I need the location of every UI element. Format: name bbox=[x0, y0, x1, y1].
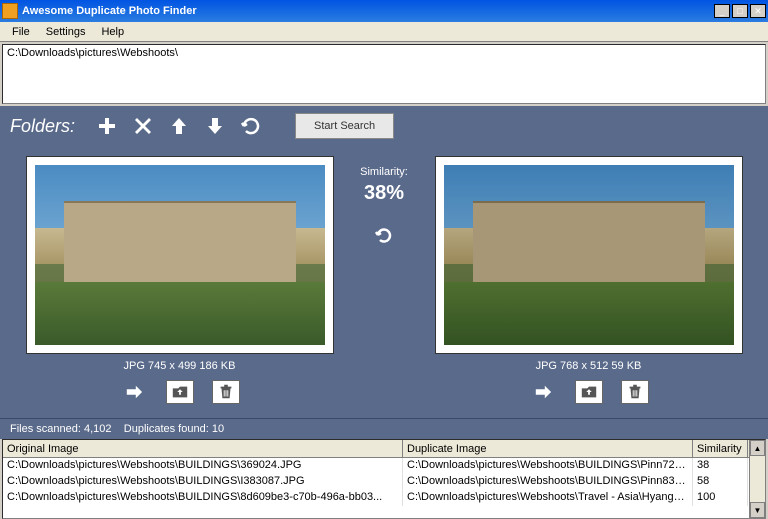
folder-path-list[interactable]: C:\Downloads\pictures\Webshoots\ bbox=[2, 44, 766, 104]
cell-duplicate: C:\Downloads\pictures\Webshoots\BUILDING… bbox=[403, 458, 693, 474]
left-photo-actions bbox=[120, 380, 240, 404]
move-up-button[interactable] bbox=[167, 114, 191, 138]
trash-icon bbox=[217, 384, 235, 400]
duplicates-found-label: Duplicates found: bbox=[124, 423, 209, 435]
scroll-track[interactable] bbox=[750, 456, 765, 502]
remove-folder-button[interactable] bbox=[131, 114, 155, 138]
duplicates-found-value: 10 bbox=[212, 423, 224, 435]
left-next-button[interactable] bbox=[120, 380, 148, 404]
table-row[interactable]: C:\Downloads\pictures\Webshoots\BUILDING… bbox=[3, 490, 749, 506]
menubar: File Settings Help bbox=[0, 22, 768, 42]
move-down-button[interactable] bbox=[203, 114, 227, 138]
similarity-label: Similarity: bbox=[360, 166, 408, 178]
scroll-down-button[interactable]: ▼ bbox=[750, 502, 765, 518]
files-scanned-value: 4,102 bbox=[84, 423, 112, 435]
left-photo-panel: JPG 745 x 499 186 KB bbox=[10, 156, 349, 408]
left-photo-info: JPG 745 x 499 186 KB bbox=[124, 360, 236, 372]
titlebar: Awesome Duplicate Photo Finder _ □ ✕ bbox=[0, 0, 768, 22]
refresh-folders-button[interactable] bbox=[239, 114, 263, 138]
cell-similarity: 38 bbox=[693, 458, 748, 474]
cell-duplicate: C:\Downloads\pictures\Webshoots\Travel -… bbox=[403, 490, 693, 506]
trash-icon bbox=[626, 384, 644, 400]
arrow-right-icon bbox=[534, 384, 552, 400]
comparison-area: JPG 745 x 499 186 KB Similarity: 38% JPG… bbox=[0, 146, 768, 418]
cell-similarity: 100 bbox=[693, 490, 748, 506]
files-scanned-label: Files scanned: bbox=[10, 423, 81, 435]
menu-settings[interactable]: Settings bbox=[38, 24, 94, 40]
arrow-up-icon bbox=[169, 116, 189, 136]
right-open-folder-button[interactable] bbox=[575, 380, 603, 404]
cell-similarity: 58 bbox=[693, 474, 748, 490]
table-row[interactable]: C:\Downloads\pictures\Webshoots\BUILDING… bbox=[3, 474, 749, 490]
similarity-panel: Similarity: 38% bbox=[349, 156, 419, 408]
refresh-icon bbox=[374, 225, 394, 245]
cell-original: C:\Downloads\pictures\Webshoots\BUILDING… bbox=[3, 458, 403, 474]
right-delete-button[interactable] bbox=[621, 380, 649, 404]
maximize-button[interactable]: □ bbox=[732, 4, 748, 18]
cell-original: C:\Downloads\pictures\Webshoots\BUILDING… bbox=[3, 490, 403, 506]
refresh-icon bbox=[241, 116, 261, 136]
menu-file[interactable]: File bbox=[4, 24, 38, 40]
similarity-value: 38% bbox=[364, 182, 404, 205]
right-photo-panel: JPG 768 x 512 59 KB bbox=[419, 156, 758, 408]
table-body: C:\Downloads\pictures\Webshoots\BUILDING… bbox=[3, 458, 749, 506]
start-search-button[interactable]: Start Search bbox=[295, 113, 394, 139]
right-photo-info: JPG 768 x 512 59 KB bbox=[536, 360, 642, 372]
app-icon bbox=[2, 3, 18, 19]
header-original[interactable]: Original Image bbox=[3, 440, 403, 457]
right-photo-frame bbox=[435, 156, 743, 354]
right-photo-image[interactable] bbox=[444, 165, 734, 345]
scroll-up-button[interactable]: ▲ bbox=[750, 440, 765, 456]
close-button[interactable]: ✕ bbox=[750, 4, 766, 18]
folders-label: Folders: bbox=[10, 116, 75, 137]
results-scrollbar[interactable]: ▲ ▼ bbox=[749, 440, 765, 518]
status-bar: Files scanned: 4,102 Duplicates found: 1… bbox=[0, 418, 768, 439]
table-row[interactable]: C:\Downloads\pictures\Webshoots\BUILDING… bbox=[3, 458, 749, 474]
x-icon bbox=[133, 116, 153, 136]
folder-up-icon bbox=[580, 384, 598, 400]
arrow-down-icon bbox=[205, 116, 225, 136]
add-folder-button[interactable] bbox=[95, 114, 119, 138]
results-table-area: Original Image Duplicate Image Similarit… bbox=[2, 439, 766, 519]
plus-icon bbox=[97, 116, 117, 136]
window-title: Awesome Duplicate Photo Finder bbox=[22, 5, 712, 17]
folder-up-icon bbox=[171, 384, 189, 400]
left-photo-image[interactable] bbox=[35, 165, 325, 345]
left-delete-button[interactable] bbox=[212, 380, 240, 404]
left-photo-frame bbox=[26, 156, 334, 354]
header-duplicate[interactable]: Duplicate Image bbox=[403, 440, 693, 457]
cell-original: C:\Downloads\pictures\Webshoots\BUILDING… bbox=[3, 474, 403, 490]
cell-duplicate: C:\Downloads\pictures\Webshoots\BUILDING… bbox=[403, 474, 693, 490]
table-header: Original Image Duplicate Image Similarit… bbox=[3, 440, 749, 458]
left-open-folder-button[interactable] bbox=[166, 380, 194, 404]
toolbar: Folders: Start Search bbox=[0, 106, 768, 146]
right-next-button[interactable] bbox=[529, 380, 557, 404]
right-photo-actions bbox=[529, 380, 649, 404]
minimize-button[interactable]: _ bbox=[714, 4, 730, 18]
results-table: Original Image Duplicate Image Similarit… bbox=[3, 440, 749, 518]
header-similarity[interactable]: Similarity bbox=[693, 440, 748, 457]
arrow-right-icon bbox=[125, 384, 143, 400]
menu-help[interactable]: Help bbox=[93, 24, 132, 40]
folder-path-item[interactable]: C:\Downloads\pictures\Webshoots\ bbox=[7, 47, 761, 59]
similarity-refresh-button[interactable] bbox=[374, 225, 394, 248]
